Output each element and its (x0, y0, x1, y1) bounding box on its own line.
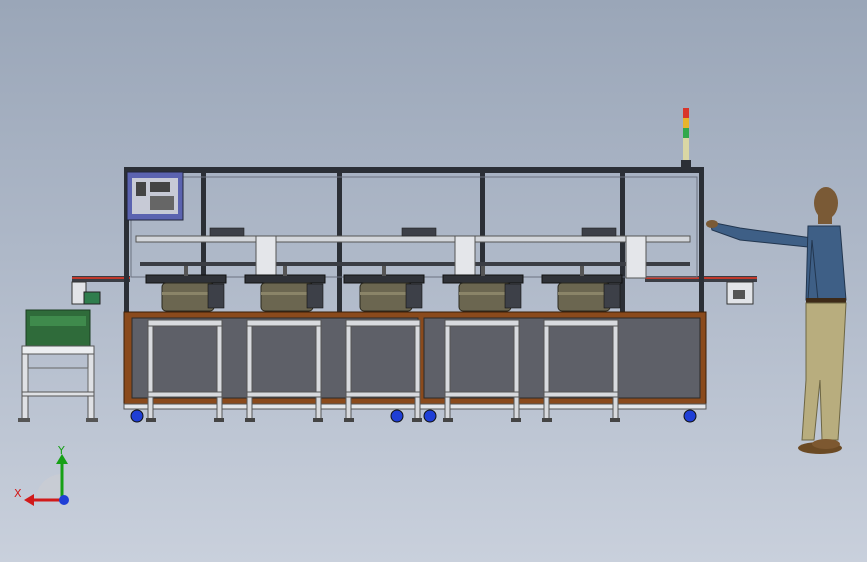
feeder-track (603, 283, 621, 309)
stand-top (246, 319, 322, 327)
stand-top (147, 319, 223, 327)
feeder-track (306, 283, 324, 309)
stand-leg (414, 325, 421, 421)
stand-crossbar (147, 391, 223, 398)
feeder-track (405, 283, 423, 309)
feeder-track (207, 283, 225, 309)
human-figure (706, 187, 847, 454)
z-axis-dot (59, 495, 69, 505)
stand-top (444, 319, 520, 327)
feeder-track (504, 283, 522, 309)
signal-tower (681, 108, 691, 167)
left-conveyor (71, 276, 130, 305)
stand-leg (513, 325, 520, 421)
feeder-bowl (557, 282, 611, 312)
feeder-bowl (359, 282, 413, 312)
stand-leg (216, 325, 223, 421)
stand-top (543, 319, 619, 327)
stand-crossbar (444, 391, 520, 398)
stand-crossbar (345, 391, 421, 398)
feeder-bowl (458, 282, 512, 312)
stand-leg (444, 325, 451, 421)
feeder-bowl (260, 282, 314, 312)
coordinate-triad: Y X (14, 444, 69, 506)
stand-leg (147, 325, 154, 421)
stand-leg (345, 325, 352, 421)
stand-leg (246, 325, 253, 421)
feeder-bowl-lid (442, 274, 524, 284)
feeder-bowl-lid (541, 274, 623, 284)
cad-viewport[interactable]: Y X (0, 0, 867, 562)
crate-stand (18, 309, 98, 422)
stand-crossbar (543, 391, 619, 398)
control-panel-screen (126, 171, 184, 221)
feeder-bowl (161, 282, 215, 312)
feeder-bowl-lid (244, 274, 326, 284)
x-axis-label: X (14, 487, 22, 500)
stand-top (345, 319, 421, 327)
stand-leg (612, 325, 619, 421)
stand-leg (543, 325, 550, 421)
feeder-bowl-lid (145, 274, 227, 284)
stand-crossbar (246, 391, 322, 398)
y-axis-label: Y (57, 444, 65, 457)
assembly-line-drawing: Y X (14, 108, 847, 506)
stand-leg (315, 325, 322, 421)
feeder-bowl-lid (343, 274, 425, 284)
